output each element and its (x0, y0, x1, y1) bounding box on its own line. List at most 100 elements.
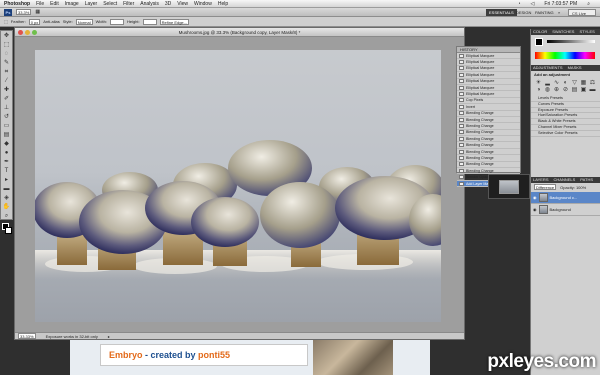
image-canvas[interactable] (35, 50, 441, 322)
tab-paths[interactable]: PATHS (580, 177, 593, 183)
menu-3d[interactable]: 3D (165, 1, 171, 7)
color-foreground-swatch[interactable] (535, 38, 543, 46)
cs-live-search[interactable]: CS Live (568, 9, 596, 16)
history-step-icon (459, 155, 464, 160)
history-brush-tool-icon[interactable]: ↺ (1, 113, 12, 121)
menu-select[interactable]: Select (103, 1, 117, 7)
eraser-tool-icon[interactable]: ▭ (1, 122, 12, 130)
banner-author[interactable]: ponti55 (198, 350, 230, 360)
menu-layer[interactable]: Layer (85, 1, 98, 7)
brush-tool-icon[interactable]: ✐ (1, 95, 12, 103)
shape-tool-icon[interactable]: ▬ (1, 185, 12, 193)
history-item-label: Elliptical Marquee (466, 79, 495, 84)
hand-tool-icon[interactable]: ✋ (1, 203, 12, 211)
document-title-bar[interactable]: Mushrooms.jpg @ 33.3% (Background copy, … (15, 28, 464, 37)
zoom-tool-icon[interactable]: ⌕ (1, 212, 12, 220)
type-tool-icon[interactable]: T (1, 167, 12, 175)
3d-tool-icon[interactable]: ◈ (1, 194, 12, 202)
menu-photoshop[interactable]: Photoshop (4, 1, 30, 7)
menu-view[interactable]: View (177, 1, 188, 7)
history-item-label: Blending Change (466, 111, 494, 116)
tab-adjustments[interactable]: ADJUSTMENTS (533, 65, 563, 71)
history-step-icon (459, 162, 464, 167)
crop-tool-icon[interactable]: ⌗ (1, 68, 12, 76)
layer-row[interactable]: ◉ Background c... (531, 191, 600, 204)
pen-tool-icon[interactable]: ✒ (1, 158, 12, 166)
move-tool-icon[interactable]: ✥ (1, 32, 12, 40)
dodge-tool-icon[interactable]: ● (1, 149, 12, 157)
vibrance-icon[interactable]: ▽ (570, 80, 579, 87)
height-input[interactable] (142, 18, 157, 25)
antialias-checkbox[interactable]: Anti-alias (43, 19, 59, 24)
exposure-icon[interactable]: ◐ (561, 80, 570, 87)
threshold-icon[interactable]: ▣ (579, 87, 588, 94)
hue-saturation-icon[interactable]: ▦ (579, 80, 588, 87)
healing-tool-icon[interactable]: ✚ (1, 86, 12, 94)
invert-icon[interactable]: ⊘ (561, 87, 570, 94)
posterize-icon[interactable]: ▤ (570, 87, 579, 94)
color-spectrum-ramp[interactable] (535, 52, 595, 59)
history-step-icon (459, 181, 464, 186)
color-panel (531, 35, 600, 65)
menu-analysis[interactable]: Analysis (140, 1, 159, 7)
navigator-thumbnail-panel[interactable] (488, 174, 530, 199)
close-icon[interactable] (18, 30, 23, 35)
marquee-tool-icon[interactable]: ⬚ (4, 19, 8, 24)
width-input[interactable] (109, 18, 124, 25)
marquee-tool-icon[interactable]: ⬚ (1, 41, 12, 49)
tab-channels[interactable]: CHANNELS (554, 177, 576, 183)
menu-file[interactable]: File (36, 1, 44, 7)
background-color-swatch[interactable] (5, 227, 12, 234)
style-select[interactable]: Normal (75, 18, 93, 25)
color-balance-icon[interactable]: ⚖ (588, 80, 597, 87)
levels-icon[interactable]: ▂ (543, 80, 552, 87)
color-swatches[interactable] (1, 221, 12, 237)
history-step-icon (459, 149, 464, 154)
lasso-tool-icon[interactable]: ◌ (1, 50, 12, 58)
black-white-icon[interactable]: ◑ (534, 87, 543, 94)
path-select-tool-icon[interactable]: ▸ (1, 176, 12, 184)
photo-filter-icon[interactable]: ◍ (543, 87, 552, 94)
gradient-tool-icon[interactable]: ▤ (1, 131, 12, 139)
visibility-eye-icon[interactable]: ◉ (533, 207, 537, 212)
history-item-label: Blending Change (466, 149, 494, 154)
arrange-documents-icon[interactable]: ▦ (35, 9, 40, 15)
minimize-icon[interactable] (25, 30, 30, 35)
status-zoom-field[interactable]: 33.33% (18, 333, 36, 339)
history-item-label: Elliptical Marquee (466, 85, 495, 90)
workspace-painting[interactable]: PAINTING (532, 9, 557, 16)
background-thumbnail-image[interactable] (313, 340, 393, 375)
blur-tool-icon[interactable]: ◆ (1, 140, 12, 148)
workspace-more[interactable]: » (555, 9, 563, 16)
menu-filter[interactable]: Filter (123, 1, 134, 7)
zoom-icon[interactable] (32, 30, 37, 35)
channel-mixer-icon[interactable]: ⊕ (552, 87, 561, 94)
clone-stamp-tool-icon[interactable]: ⊥ (1, 104, 12, 112)
blend-mode-select[interactable]: Difference (534, 184, 557, 191)
clock[interactable]: Fri 7:03:57 PM (544, 1, 577, 7)
history-step-icon (459, 85, 464, 90)
eyedropper-tool-icon[interactable]: ⁄ (1, 77, 12, 85)
menu-edit[interactable]: Edit (50, 1, 59, 7)
visibility-eye-icon[interactable]: ◉ (533, 195, 537, 200)
history-step-icon (459, 117, 464, 122)
menu-image[interactable]: Image (65, 1, 79, 7)
quick-select-tool-icon[interactable]: ✎ (1, 59, 12, 67)
feather-input[interactable]: 0 px (28, 18, 41, 25)
opacity-field[interactable]: Opacity: 100% (560, 185, 586, 190)
brightness-icon[interactable]: ☀ (534, 80, 543, 87)
status-arrow-icon[interactable]: ▸ (108, 334, 110, 339)
curves-icon[interactable]: ∿ (552, 80, 561, 87)
menu-help[interactable]: Help (218, 1, 228, 7)
tab-masks[interactable]: MASKS (568, 65, 582, 71)
spotlight-icon[interactable]: ⌕ (587, 1, 590, 7)
gradient-map-icon[interactable]: ▬ (588, 87, 597, 94)
menu-window[interactable]: Window (194, 1, 212, 7)
refine-edge-button[interactable]: Refine Edge... (159, 18, 189, 25)
color-slider[interactable] (547, 40, 595, 43)
layer-row[interactable]: ◉ Background (531, 204, 600, 216)
tab-layers[interactable]: LAYERS (533, 177, 549, 183)
volume-icon[interactable]: ◁ (531, 1, 535, 7)
wifi-icon[interactable]: ◔ (518, 1, 521, 7)
zoom-level-field[interactable]: 33.3% (16, 9, 32, 15)
